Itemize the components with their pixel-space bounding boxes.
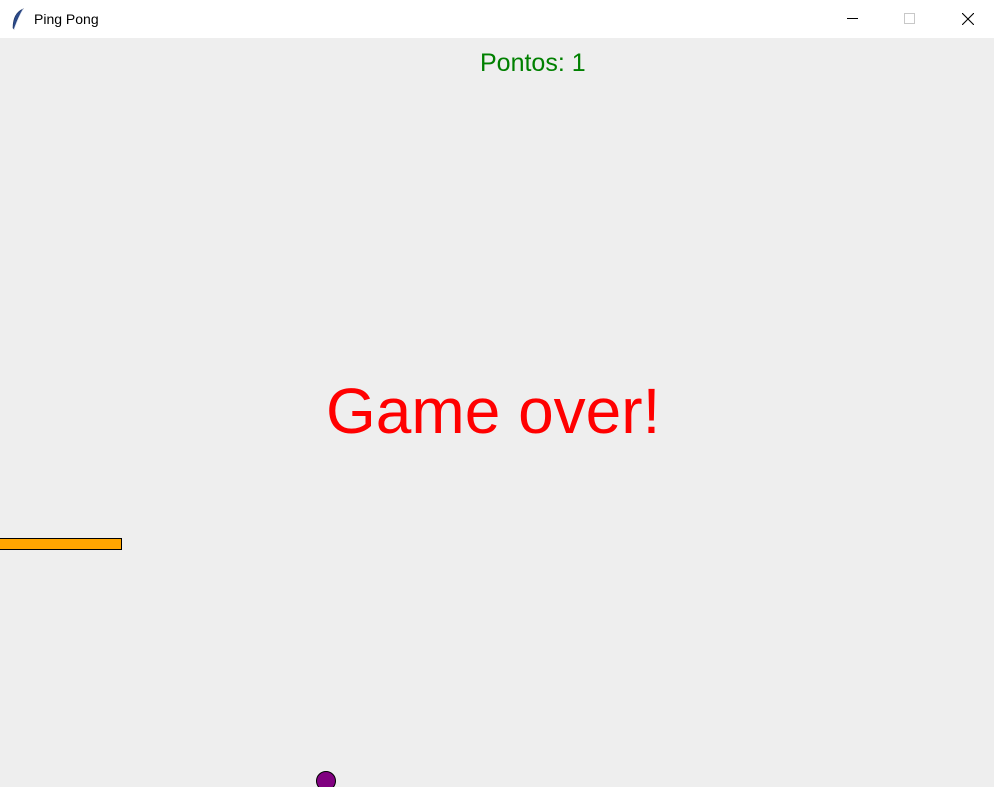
game-canvas[interactable]: Pontos: 1 Game over! [0,38,994,787]
close-button[interactable] [945,0,991,38]
minimize-button[interactable] [830,0,876,38]
maximize-button[interactable] [887,0,933,38]
game-over-message: Game over! [326,375,661,447]
maximize-icon [904,13,915,24]
window-title: Ping Pong [34,11,99,27]
app-window: Ping Pong Pontos: 1 Game over! [0,0,994,787]
ball [316,771,336,787]
minimize-icon [847,18,858,19]
score-label: Pontos: 1 [480,49,586,77]
paddle[interactable] [0,538,122,550]
title-bar[interactable]: Ping Pong [0,0,994,38]
close-icon [962,13,974,25]
feather-icon [12,8,24,30]
